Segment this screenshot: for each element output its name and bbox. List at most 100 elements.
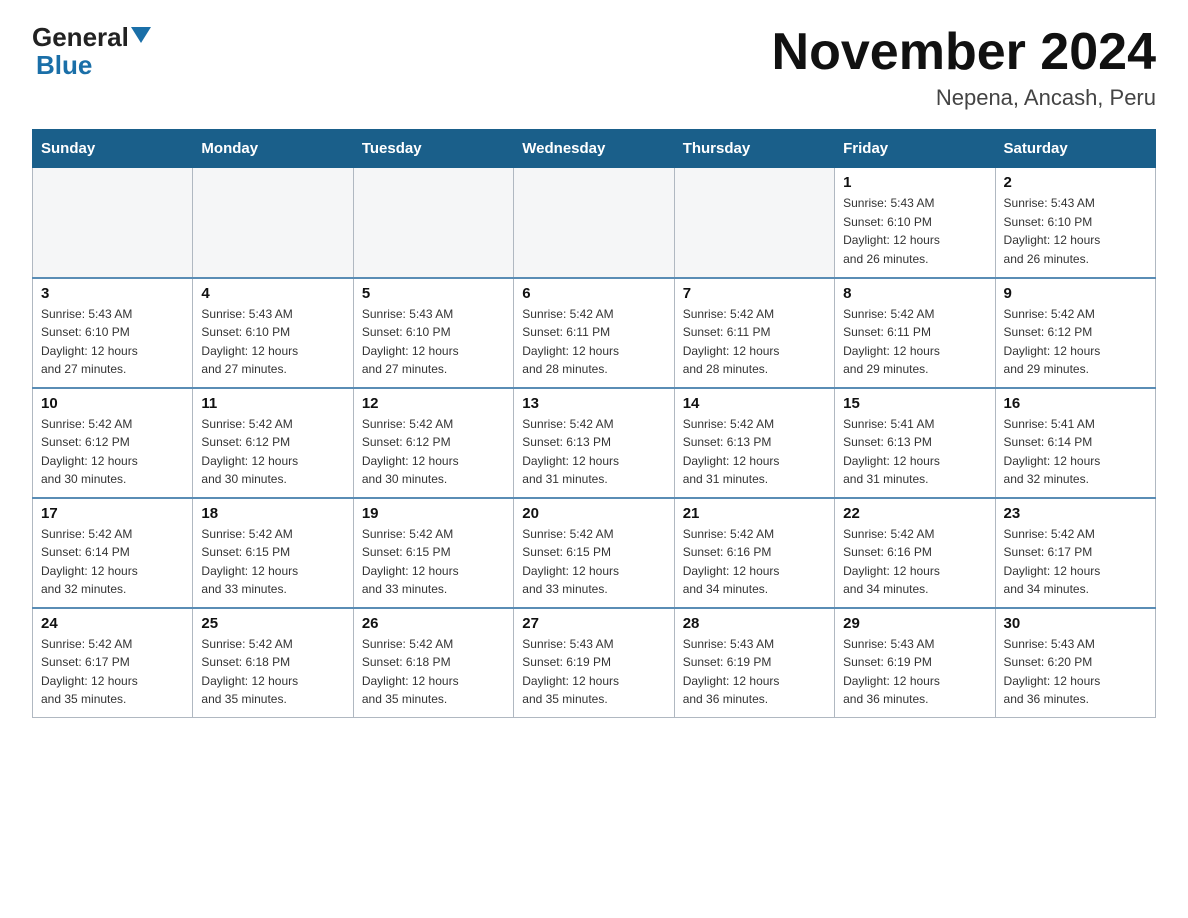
weekday-header-friday: Friday — [835, 130, 995, 168]
day-number: 9 — [1004, 285, 1147, 302]
title-block: November 2024 Nepena, Ancash, Peru — [772, 24, 1156, 111]
page-header: General Blue November 2024 Nepena, Ancas… — [32, 24, 1156, 111]
logo-general-text: General — [32, 24, 129, 50]
day-number: 4 — [201, 285, 344, 302]
weekday-header-wednesday: Wednesday — [514, 130, 674, 168]
day-number: 2 — [1004, 174, 1147, 191]
calendar-cell: 8 Sunrise: 5:42 AMSunset: 6:11 PMDaylight… — [835, 278, 995, 388]
calendar-week-row: 1 Sunrise: 5:43 AMSunset: 6:10 PMDaylight… — [33, 168, 1156, 278]
calendar-cell: 18 Sunrise: 5:42 AMSunset: 6:15 PMDayligh… — [193, 498, 353, 608]
day-number: 14 — [683, 395, 826, 412]
day-info: Sunrise: 5:42 AMSunset: 6:17 PMDaylight:… — [41, 635, 184, 709]
calendar-cell — [353, 168, 513, 278]
logo: General Blue — [32, 24, 153, 81]
calendar-cell — [33, 168, 193, 278]
calendar-cell: 16 Sunrise: 5:41 AMSunset: 6:14 PMDayligh… — [995, 388, 1155, 498]
day-number: 20 — [522, 505, 665, 522]
day-info: Sunrise: 5:42 AMSunset: 6:11 PMDaylight:… — [843, 305, 986, 379]
calendar-cell: 15Sunrise: 5:41 AMSunset: 6:13 PMDayligh… — [835, 388, 995, 498]
calendar-table: SundayMondayTuesdayWednesdayThursdayFrid… — [32, 129, 1156, 718]
day-number: 10 — [41, 395, 184, 412]
calendar-cell: 11 Sunrise: 5:42 AMSunset: 6:12 PMDayligh… — [193, 388, 353, 498]
calendar-cell: 29Sunrise: 5:43 AMSunset: 6:19 PMDayligh… — [835, 608, 995, 718]
calendar-cell: 23 Sunrise: 5:42 AMSunset: 6:17 PMDayligh… — [995, 498, 1155, 608]
calendar-cell: 27 Sunrise: 5:43 AMSunset: 6:19 PMDayligh… — [514, 608, 674, 718]
day-number: 27 — [522, 615, 665, 632]
calendar-cell: 10Sunrise: 5:42 AMSunset: 6:12 PMDayligh… — [33, 388, 193, 498]
day-info: Sunrise: 5:43 AMSunset: 6:19 PMDaylight:… — [683, 635, 826, 709]
calendar-cell: 1Sunrise: 5:43 AMSunset: 6:10 PMDaylight… — [835, 168, 995, 278]
day-info: Sunrise: 5:42 AMSunset: 6:12 PMDaylight:… — [362, 415, 505, 489]
day-number: 1 — [843, 174, 986, 191]
day-number: 3 — [41, 285, 184, 302]
calendar-cell: 30Sunrise: 5:43 AMSunset: 6:20 PMDayligh… — [995, 608, 1155, 718]
logo-blue-text: Blue — [36, 50, 92, 80]
day-info: Sunrise: 5:42 AMSunset: 6:11 PMDaylight:… — [522, 305, 665, 379]
calendar-cell: 19 Sunrise: 5:42 AMSunset: 6:15 PMDayligh… — [353, 498, 513, 608]
logo-triangle-icon — [131, 27, 151, 43]
day-number: 5 — [362, 285, 505, 302]
day-info: Sunrise: 5:42 AMSunset: 6:15 PMDaylight:… — [522, 525, 665, 599]
weekday-header-sunday: Sunday — [33, 130, 193, 168]
calendar-cell: 21Sunrise: 5:42 AMSunset: 6:16 PMDayligh… — [674, 498, 834, 608]
day-number: 12 — [362, 395, 505, 412]
day-number: 28 — [683, 615, 826, 632]
day-info: Sunrise: 5:43 AMSunset: 6:20 PMDaylight:… — [1004, 635, 1147, 709]
calendar-cell — [514, 168, 674, 278]
day-number: 17 — [41, 505, 184, 522]
day-number: 19 — [362, 505, 505, 522]
day-info: Sunrise: 5:43 AMSunset: 6:10 PMDaylight:… — [1004, 194, 1147, 268]
calendar-header-row: SundayMondayTuesdayWednesdayThursdayFrid… — [33, 130, 1156, 168]
calendar-cell: 4 Sunrise: 5:43 AMSunset: 6:10 PMDaylight… — [193, 278, 353, 388]
calendar-cell: 26 Sunrise: 5:42 AMSunset: 6:18 PMDayligh… — [353, 608, 513, 718]
calendar-cell — [674, 168, 834, 278]
day-info: Sunrise: 5:43 AMSunset: 6:10 PMDaylight:… — [41, 305, 184, 379]
day-info: Sunrise: 5:41 AMSunset: 6:14 PMDaylight:… — [1004, 415, 1147, 489]
calendar-week-row: 24 Sunrise: 5:42 AMSunset: 6:17 PMDayligh… — [33, 608, 1156, 718]
calendar-cell: 22 Sunrise: 5:42 AMSunset: 6:16 PMDayligh… — [835, 498, 995, 608]
calendar-cell — [193, 168, 353, 278]
day-number: 24 — [41, 615, 184, 632]
calendar-week-row: 17 Sunrise: 5:42 AMSunset: 6:14 PMDayligh… — [33, 498, 1156, 608]
day-info: Sunrise: 5:42 AMSunset: 6:17 PMDaylight:… — [1004, 525, 1147, 599]
day-info: Sunrise: 5:42 AMSunset: 6:12 PMDaylight:… — [201, 415, 344, 489]
day-info: Sunrise: 5:42 AMSunset: 6:18 PMDaylight:… — [362, 635, 505, 709]
calendar-cell: 6 Sunrise: 5:42 AMSunset: 6:11 PMDaylight… — [514, 278, 674, 388]
day-info: Sunrise: 5:43 AMSunset: 6:10 PMDaylight:… — [362, 305, 505, 379]
calendar-cell: 24 Sunrise: 5:42 AMSunset: 6:17 PMDayligh… — [33, 608, 193, 718]
day-number: 18 — [201, 505, 344, 522]
day-number: 11 — [201, 395, 344, 412]
weekday-header-tuesday: Tuesday — [353, 130, 513, 168]
day-info: Sunrise: 5:42 AMSunset: 6:13 PMDaylight:… — [683, 415, 826, 489]
day-number: 7 — [683, 285, 826, 302]
calendar-cell: 25 Sunrise: 5:42 AMSunset: 6:18 PMDayligh… — [193, 608, 353, 718]
calendar-week-row: 3 Sunrise: 5:43 AMSunset: 6:10 PMDaylight… — [33, 278, 1156, 388]
calendar-cell: 12 Sunrise: 5:42 AMSunset: 6:12 PMDayligh… — [353, 388, 513, 498]
calendar-cell: 13Sunrise: 5:42 AMSunset: 6:13 PMDayligh… — [514, 388, 674, 498]
day-number: 23 — [1004, 505, 1147, 522]
day-number: 13 — [522, 395, 665, 412]
day-number: 22 — [843, 505, 986, 522]
day-info: Sunrise: 5:42 AMSunset: 6:16 PMDaylight:… — [683, 525, 826, 599]
day-info: Sunrise: 5:42 AMSunset: 6:15 PMDaylight:… — [201, 525, 344, 599]
day-number: 26 — [362, 615, 505, 632]
calendar-cell: 17 Sunrise: 5:42 AMSunset: 6:14 PMDayligh… — [33, 498, 193, 608]
day-number: 25 — [201, 615, 344, 632]
calendar-cell: 2 Sunrise: 5:43 AMSunset: 6:10 PMDaylight… — [995, 168, 1155, 278]
day-info: Sunrise: 5:42 AMSunset: 6:15 PMDaylight:… — [362, 525, 505, 599]
day-number: 29 — [843, 615, 986, 632]
day-info: Sunrise: 5:42 AMSunset: 6:18 PMDaylight:… — [201, 635, 344, 709]
day-number: 6 — [522, 285, 665, 302]
day-number: 8 — [843, 285, 986, 302]
location-title: Nepena, Ancash, Peru — [772, 85, 1156, 111]
day-info: Sunrise: 5:43 AMSunset: 6:10 PMDaylight:… — [201, 305, 344, 379]
day-info: Sunrise: 5:42 AMSunset: 6:14 PMDaylight:… — [41, 525, 184, 599]
calendar-cell: 28 Sunrise: 5:43 AMSunset: 6:19 PMDayligh… — [674, 608, 834, 718]
calendar-cell: 7Sunrise: 5:42 AMSunset: 6:11 PMDaylight… — [674, 278, 834, 388]
day-info: Sunrise: 5:41 AMSunset: 6:13 PMDaylight:… — [843, 415, 986, 489]
day-info: Sunrise: 5:43 AMSunset: 6:19 PMDaylight:… — [522, 635, 665, 709]
calendar-cell: 5 Sunrise: 5:43 AMSunset: 6:10 PMDaylight… — [353, 278, 513, 388]
day-number: 16 — [1004, 395, 1147, 412]
calendar-cell: 14 Sunrise: 5:42 AMSunset: 6:13 PMDayligh… — [674, 388, 834, 498]
day-info: Sunrise: 5:42 AMSunset: 6:16 PMDaylight:… — [843, 525, 986, 599]
